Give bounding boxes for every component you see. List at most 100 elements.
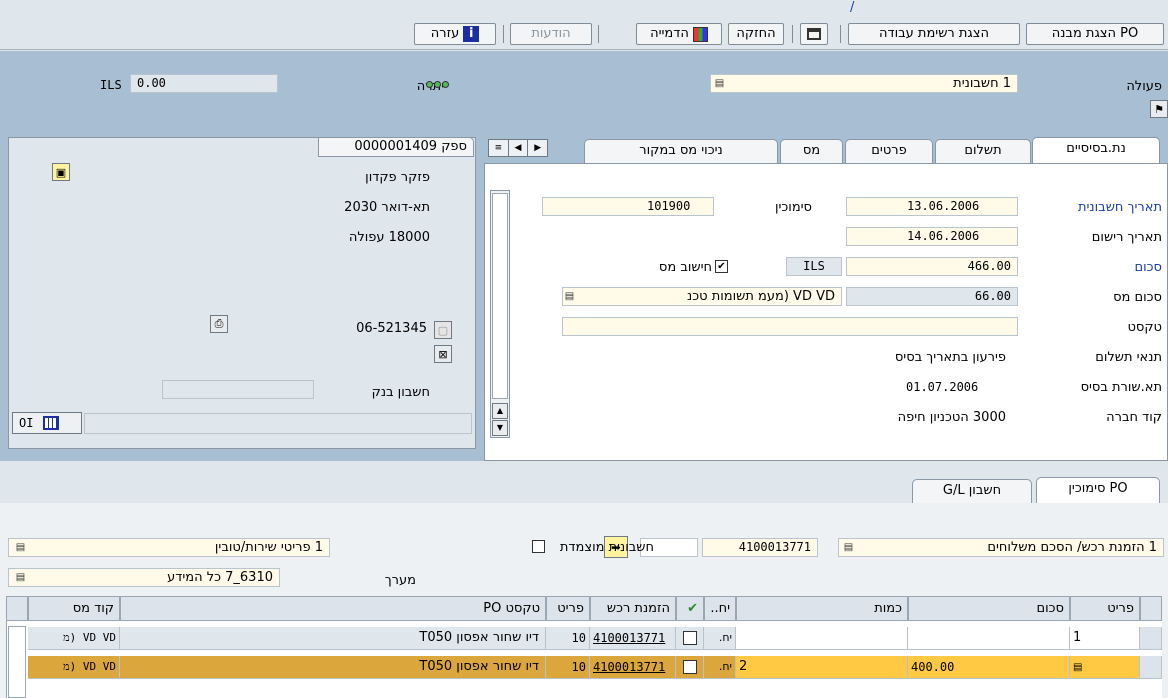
layout-icon-button[interactable] — [800, 23, 828, 45]
hold-button[interactable]: החזקה — [728, 23, 784, 45]
tab-tax[interactable]: מס — [780, 139, 843, 163]
traffic-light-dot — [442, 81, 449, 88]
reference-field[interactable]: 101900 — [542, 197, 714, 216]
col-header-po-text-label: טקסט PO — [483, 601, 540, 616]
vendor-phone: 06-521345 — [356, 321, 427, 336]
tab-basic-data[interactable]: נת.בסיסיים — [1032, 137, 1160, 163]
text-field[interactable] — [562, 317, 1018, 336]
po-doc-type-value: 1 הזמנת רכש/ הסכם משלוחים — [987, 540, 1157, 555]
edit-phone-button[interactable]: ▢ — [434, 321, 452, 339]
col-header-po[interactable]: הזמנת רכש — [590, 596, 676, 621]
tab-po-reference[interactable]: PO סימוכין — [1036, 477, 1160, 503]
col-header-item[interactable]: פריט — [1070, 596, 1140, 621]
calc-tax-checkbox[interactable]: ✔ — [715, 260, 728, 273]
tab-gl-account[interactable]: חשבון G/L — [912, 479, 1032, 503]
row-checkbox[interactable] — [683, 660, 697, 674]
tab-list-icon[interactable]: ≡ — [489, 140, 509, 156]
bank-account-field — [162, 380, 314, 399]
messages-button[interactable]: הודעות — [510, 23, 592, 45]
po-number-field[interactable]: 4100013771 — [702, 538, 818, 557]
flag-button[interactable]: ⚑ — [1150, 100, 1168, 118]
cell-check[interactable] — [676, 627, 704, 650]
currency-value: ILS — [803, 259, 825, 273]
po-structure-label: הצגת מבנה PO — [1051, 26, 1139, 41]
help-button[interactable]: עזרה i — [414, 23, 496, 45]
po-doc-type-dropdown[interactable]: 1 הזמנת רכש/ הסכם משלוחים — [838, 538, 1164, 557]
col-header-left-edge — [6, 596, 28, 621]
dropdown-icon[interactable]: ▤ — [842, 541, 855, 554]
item-type-value: 1 פריטי שירות/טובין — [214, 540, 323, 555]
vendor-detail-button[interactable]: ▣ — [52, 163, 70, 181]
messages-label: הודעות — [531, 26, 571, 41]
scroll-down-icon[interactable]: ▼ — [492, 420, 508, 436]
action-dropdown[interactable]: 1 חשבונית — [710, 74, 1018, 93]
cell-quantity[interactable] — [736, 627, 908, 650]
cell-po-number[interactable]: 4100013771 — [590, 656, 676, 679]
tab-payment[interactable]: תשלום — [935, 139, 1031, 163]
vendor-name: פזקר פקדון — [365, 170, 430, 185]
top-link[interactable]: / — [850, 0, 854, 15]
row-checkbox[interactable] — [683, 631, 697, 645]
tab-right-icon[interactable]: ▶ — [528, 140, 547, 156]
dropdown-icon[interactable]: ▤ — [1073, 662, 1082, 673]
col-header-quantity[interactable]: כמות — [736, 596, 908, 621]
dropdown-icon[interactable]: ▤ — [14, 541, 27, 554]
tab-details[interactable]: פרטים — [845, 139, 933, 163]
cell-quantity[interactable]: 2 — [736, 656, 908, 679]
col-header-po-item-label: פריט — [557, 601, 584, 616]
row-selector[interactable] — [1140, 627, 1162, 650]
tab-left-icon[interactable]: ◀ — [509, 140, 529, 156]
col-header-amount[interactable]: סכום — [908, 596, 1070, 621]
col-header-check[interactable]: ✔ — [676, 596, 704, 621]
tax-code-dropdown[interactable]: VD VD (מעמ תשומות טכנ — [562, 287, 842, 306]
toolbar-separator — [503, 25, 504, 43]
tab-scroll-buttons[interactable]: ≡ ◀ ▶ — [488, 139, 548, 157]
tab-withholding[interactable]: ניכוי מס במקור — [584, 139, 778, 163]
tax-amount-value: 66.00 — [974, 289, 1011, 303]
print-icon[interactable]: ⎙ — [210, 315, 228, 333]
text-label: טקסט — [1127, 320, 1162, 335]
simulate-button[interactable]: הדמייה — [636, 23, 722, 45]
scrollbar-thumb[interactable] — [492, 193, 508, 399]
cell-tax-code[interactable]: VD VD (מ — [28, 627, 120, 650]
col-header-po-label: הזמנת רכש — [606, 601, 670, 616]
cell-amount[interactable] — [908, 627, 1070, 650]
dropdown-icon[interactable]: ▤ — [14, 571, 27, 584]
posting-date-field[interactable]: 14.06.2006 — [846, 227, 1018, 246]
info-icon: i — [463, 26, 480, 42]
cell-po-number[interactable]: 4100013771 — [590, 627, 676, 650]
item-type-dropdown[interactable]: 1 פריטי שירות/טובין — [8, 538, 330, 557]
cell-tax-code[interactable]: VD VD (מ — [28, 656, 120, 679]
panel-scrollbar[interactable]: ▲ ▼ — [490, 190, 510, 438]
cell-unit: יח. — [704, 656, 736, 679]
layout-dropdown[interactable]: 6310_7 כל המידע — [8, 568, 280, 587]
grid-left-scrollbar[interactable] — [8, 626, 26, 698]
dropdown-icon[interactable]: ▤ — [563, 290, 576, 303]
cell-amount[interactable]: 400.00 — [908, 656, 1070, 679]
balance-currency: ILS — [100, 78, 122, 92]
amount-field[interactable]: 466.00 — [846, 257, 1018, 276]
calc-tax-label: חישוב מס — [658, 260, 712, 275]
consolidated-checkbox[interactable] — [532, 540, 545, 553]
col-header-tax-code[interactable]: קוד מס — [28, 596, 120, 621]
tax-code-value: VD VD (מעמ תשומות טכנ — [687, 289, 835, 304]
col-header-unit[interactable]: יח.. — [704, 596, 736, 621]
delete-icon[interactable]: ⊠ — [434, 345, 452, 363]
cell-unit: יח. — [704, 627, 736, 650]
scroll-up-icon[interactable]: ▲ — [492, 403, 508, 419]
cell-item[interactable]: 1 — [1070, 627, 1140, 650]
hold-label: החזקה — [736, 26, 776, 41]
balance-amount: 0.00 — [137, 76, 166, 90]
dropdown-icon[interactable]: ▤ — [713, 77, 726, 90]
col-header-po-item[interactable]: פריט — [546, 596, 590, 621]
open-items-button[interactable]: OI — [12, 412, 82, 434]
worklist-button[interactable]: הצגת רשימת עבודה — [848, 23, 1020, 45]
cell-check[interactable] — [676, 656, 704, 679]
row-selector[interactable] — [1140, 656, 1162, 679]
grid-corner[interactable] — [1140, 596, 1162, 621]
cell-item[interactable]: ▤ — [1070, 656, 1140, 679]
invoice-date-field[interactable]: 13.06.2006 — [846, 197, 1018, 216]
cell-po-text: דיו שחור אפסון T050 — [120, 656, 546, 679]
po-structure-button[interactable]: הצגת מבנה PO — [1026, 23, 1164, 45]
col-header-po-text[interactable]: טקסט PO — [120, 596, 546, 621]
